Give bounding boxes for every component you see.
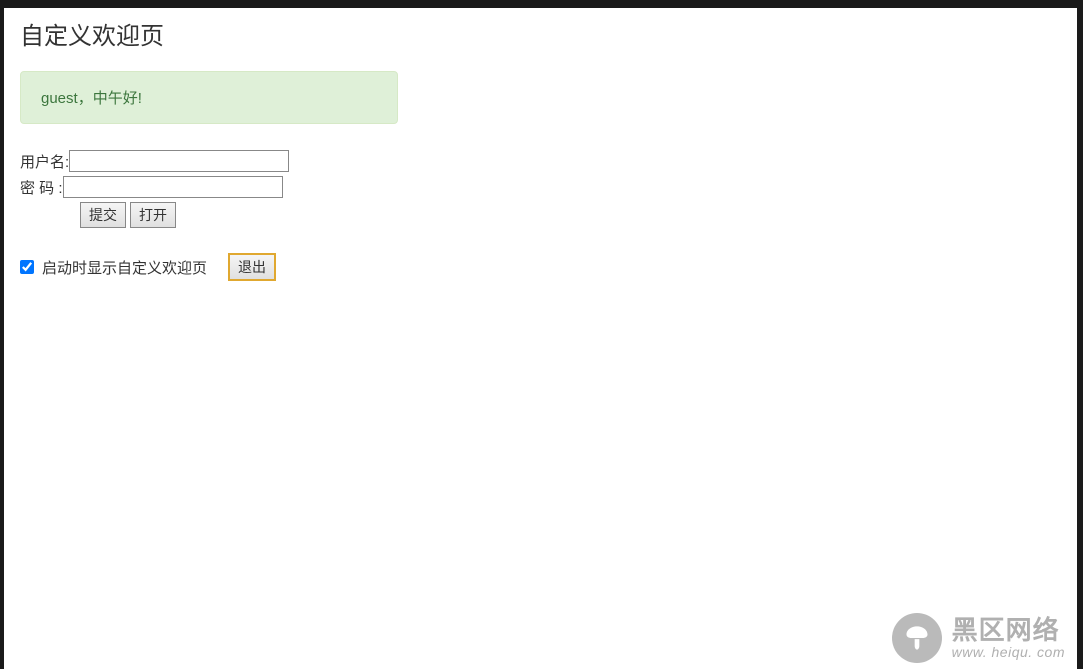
submit-button[interactable]: 提交	[80, 202, 126, 228]
page-title: 自定义欢迎页	[20, 16, 1061, 51]
username-row: 用户名:	[20, 150, 1061, 172]
password-label: 密 码 :	[20, 177, 63, 198]
settings-row: 启动时显示自定义欢迎页 退出	[20, 254, 1061, 280]
greeting-alert: guest，中午好!	[20, 71, 398, 124]
watermark-text: 黑区网络 www. heiqu. com	[952, 616, 1065, 660]
password-row: 密 码 :	[20, 176, 1061, 198]
open-button[interactable]: 打开	[130, 202, 176, 228]
username-input[interactable]	[69, 150, 289, 172]
greeting-text: guest，中午好!	[41, 90, 142, 107]
checkbox-label: 启动时显示自定义欢迎页	[42, 257, 207, 278]
mushroom-icon	[892, 613, 942, 663]
watermark: 黑区网络 www. heiqu. com	[892, 613, 1065, 663]
username-label: 用户名:	[20, 151, 69, 172]
password-input[interactable]	[63, 176, 283, 198]
logout-button[interactable]: 退出	[229, 254, 275, 280]
show-welcome-checkbox[interactable]	[20, 260, 34, 274]
watermark-cn: 黑区网络	[952, 616, 1065, 645]
watermark-en: www. heiqu. com	[952, 645, 1065, 660]
form-buttons: 提交 打开	[80, 202, 1061, 228]
